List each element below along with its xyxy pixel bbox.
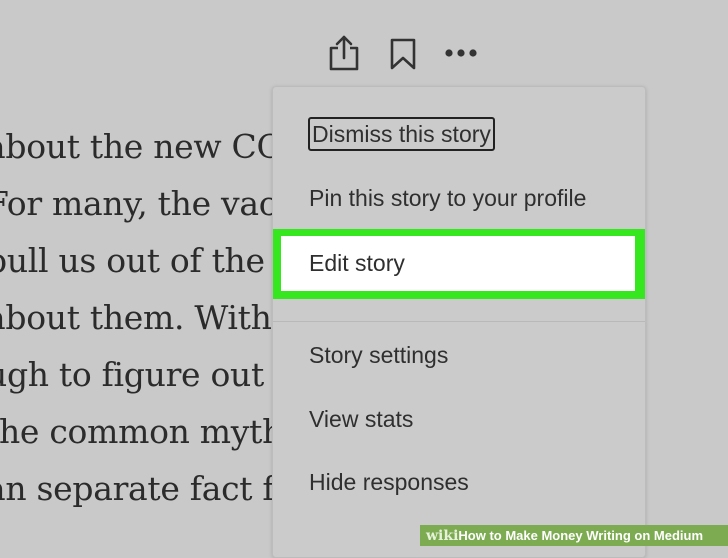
menu-item-dismiss-story[interactable]: Dismiss this story [308, 114, 495, 154]
menu-item-story-settings[interactable]: Story settings [309, 335, 448, 375]
watermark-prefix: wiki [426, 528, 459, 544]
bookmark-icon[interactable] [388, 34, 418, 72]
article-line: For many, the vaccine [0, 184, 290, 223]
article-body: about the new COVID For many, the vaccin… [0, 118, 290, 517]
menu-item-hide-responses[interactable]: Hide responses [309, 462, 469, 502]
article-line: ugh to figure out wh [0, 355, 290, 394]
menu-item-edit-story[interactable]: Edit story [309, 243, 405, 283]
watermark-bold: How [458, 528, 486, 543]
article-line: an separate fact fron [0, 469, 290, 508]
menu-item-view-stats[interactable]: View stats [309, 399, 413, 439]
menu-divider [273, 321, 645, 322]
share-icon[interactable] [326, 34, 362, 72]
article-line: pull us out of the pa [0, 241, 290, 280]
wikihow-watermark: wikiHow to Make Money Writing on Medium [420, 525, 728, 546]
article-line: about them. With son [0, 298, 290, 337]
dismiss-story-label: Dismiss this story [308, 117, 495, 151]
article-line: about the new COVID [0, 127, 290, 166]
article-line: the common myths [0, 412, 290, 451]
watermark-title: to Make Money Writing on Medium [485, 528, 703, 543]
menu-item-pin-story[interactable]: Pin this story to your profile [309, 178, 586, 218]
story-toolbar [326, 34, 486, 72]
story-options-menu: Dismiss this story Pin this story to you… [272, 86, 646, 558]
more-icon[interactable] [444, 34, 478, 72]
